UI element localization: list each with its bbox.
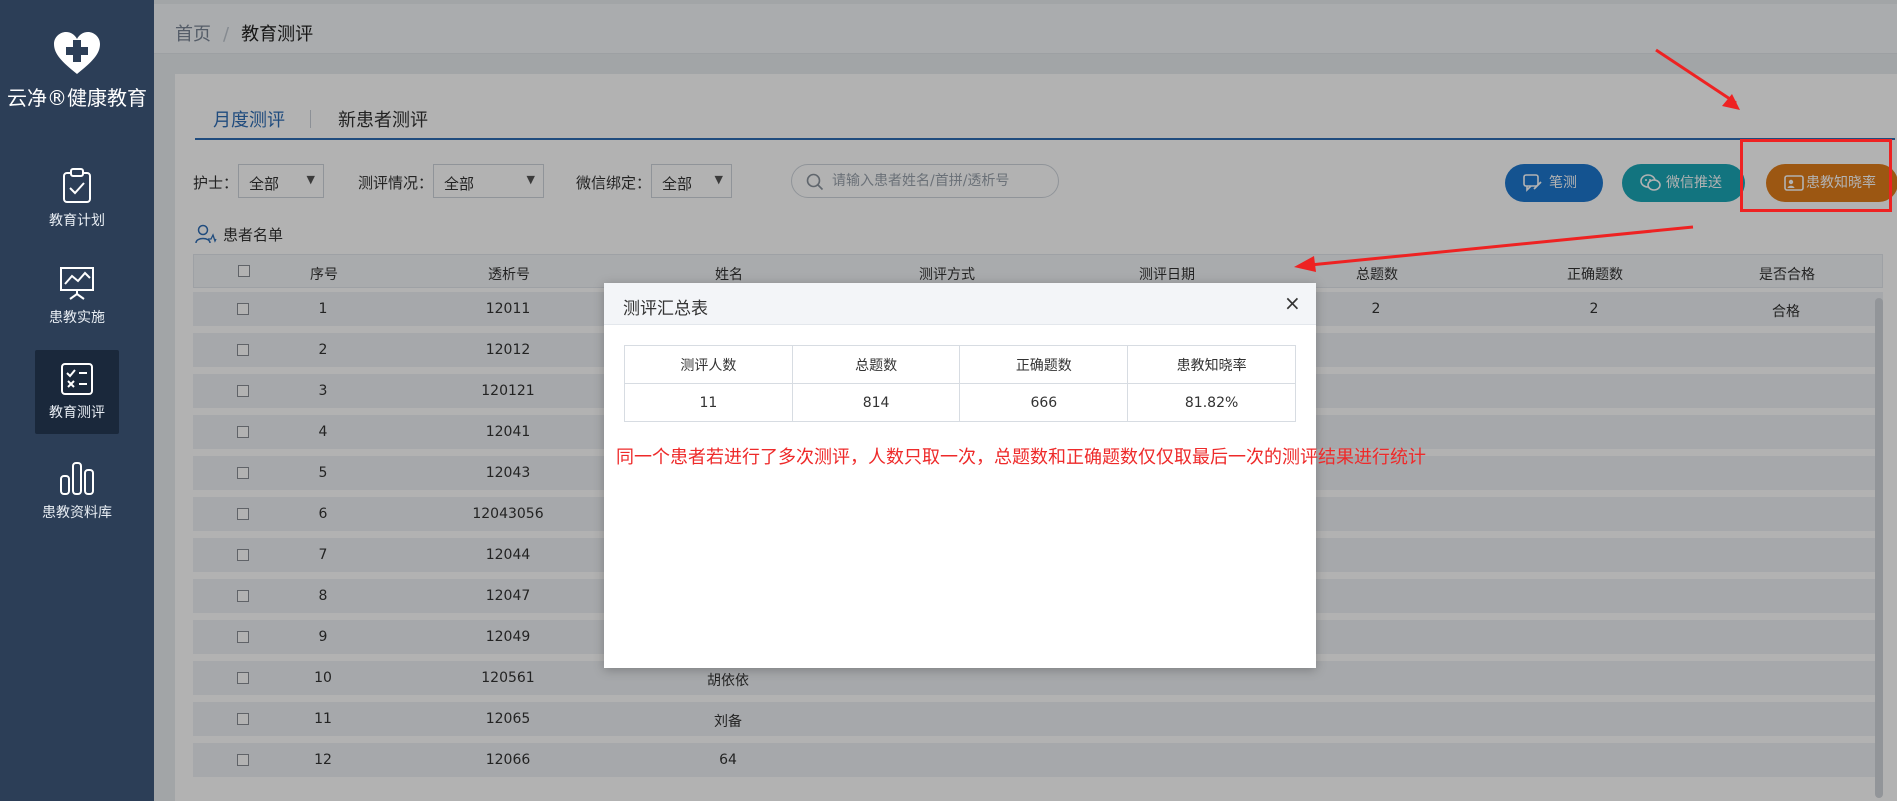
presentation-board-icon (60, 267, 94, 300)
summary-header-total: 总题数 (791, 345, 961, 384)
sidebar-item-label: 患教实施 (49, 310, 105, 326)
summary-value-row: 11 814 666 81.82% (624, 383, 1296, 422)
sidebar-item-label: 患教资料库 (42, 505, 112, 521)
close-icon[interactable]: × (1284, 293, 1301, 313)
logo: 云净®健康教育 (0, 30, 154, 111)
summary-value-correct: 666 (959, 383, 1129, 422)
clipboard-check-icon (63, 168, 91, 203)
checklist-icon (61, 363, 93, 395)
summary-header-count: 测评人数 (624, 345, 793, 384)
heart-cross-icon (54, 32, 100, 74)
dialog-title: 测评汇总表 (623, 299, 708, 319)
summary-value-count: 11 (624, 383, 793, 422)
evaluation-summary-dialog: 测评汇总表 × 测评人数 总题数 正确题数 患教知晓率 11 814 666 8… (604, 283, 1316, 668)
logo-text: 云净®健康教育 (7, 86, 147, 110)
sidebar-item-education-evaluation[interactable]: 教育测评 (35, 350, 119, 434)
dialog-header: 测评汇总表 × (604, 283, 1316, 325)
sidebar-item-label: 教育测评 (49, 405, 105, 421)
sidebar-item-education-library[interactable]: 患教资料库 (0, 460, 154, 544)
summary-value-rate: 81.82% (1127, 383, 1296, 422)
summary-header-rate: 患教知晓率 (1127, 345, 1296, 384)
annotation-note: 同一个患者若进行了多次测评，人数只取一次，总题数和正确题数仅仅取最后一次的测评结… (616, 447, 1426, 468)
summary-value-total: 814 (791, 383, 961, 422)
summary-header-correct: 正确题数 (959, 345, 1129, 384)
bar-chart-icon (60, 462, 94, 495)
sidebar-item-education-plan[interactable]: 教育计划 (0, 168, 154, 252)
sidebar: 云净®健康教育 教育计划 患教实施 教育测评 患教资料库 (0, 0, 154, 801)
summary-table: 测评人数 总题数 正确题数 患教知晓率 11 814 666 81.82% (624, 345, 1296, 422)
highlight-box (1740, 139, 1892, 212)
sidebar-item-label: 教育计划 (49, 213, 105, 229)
summary-header-row: 测评人数 总题数 正确题数 患教知晓率 (624, 345, 1296, 384)
sidebar-item-education-implementation[interactable]: 患教实施 (0, 265, 154, 349)
